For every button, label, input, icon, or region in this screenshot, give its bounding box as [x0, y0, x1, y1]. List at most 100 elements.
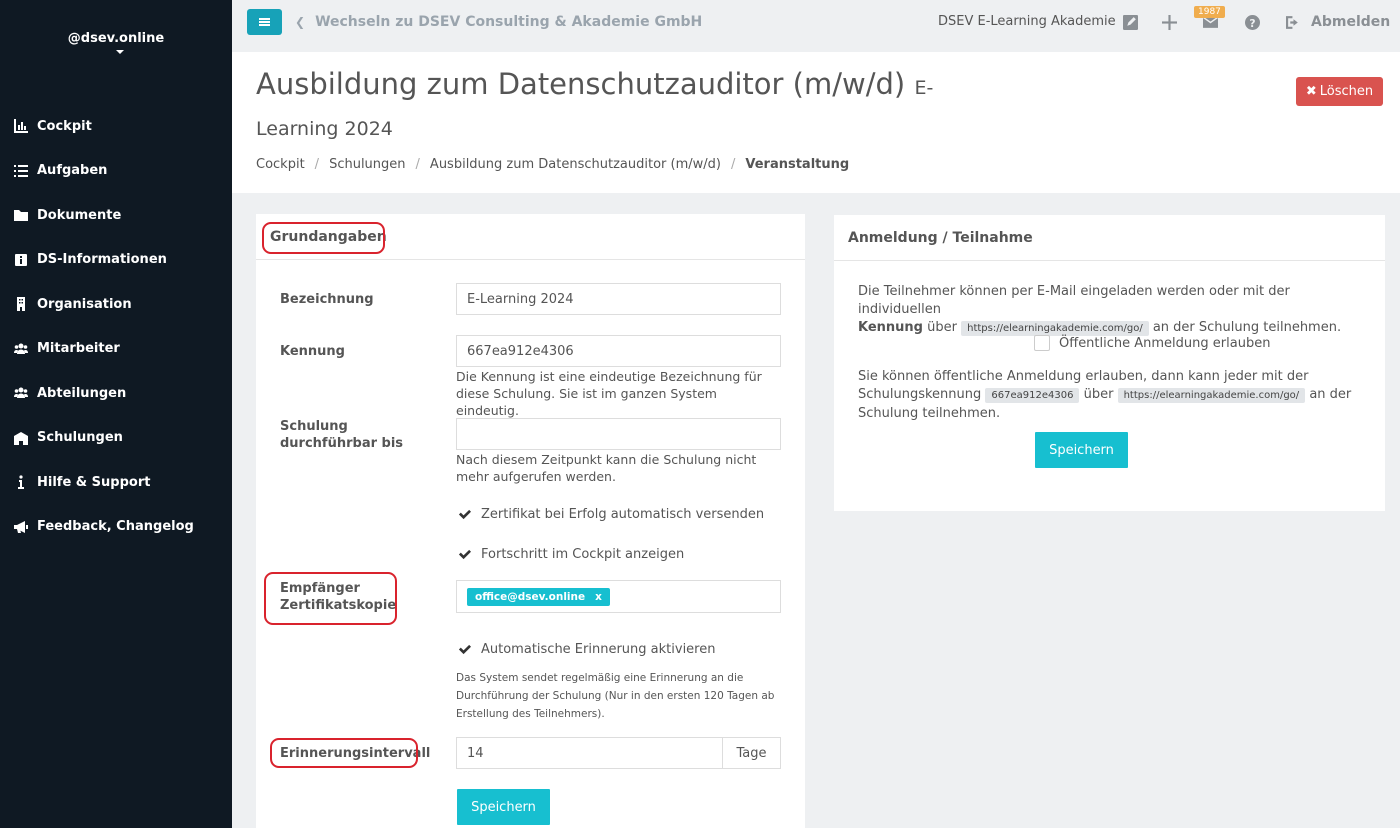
breadcrumb-separator: /	[730, 157, 736, 172]
caret-down-icon[interactable]	[116, 50, 124, 54]
checkmark-icon[interactable]	[456, 506, 472, 522]
info-icon	[13, 475, 29, 490]
erinnerung-checkbox-row[interactable]: Automatische Erinnerung aktivieren	[456, 641, 715, 657]
bezeichnung-input[interactable]: E-Learning 2024	[456, 283, 781, 315]
sidebar-item-label: Abteilungen	[37, 385, 127, 401]
page-title-main: Ausbildung zum Datenschutzauditor (m/w/d…	[256, 67, 906, 101]
email-tag: office@dsev.online x	[467, 587, 610, 606]
annotation-circle	[262, 222, 385, 254]
intervall-value: 14	[467, 745, 484, 761]
erinnerung-label: Automatische Erinnerung aktivieren	[481, 641, 716, 657]
sidebar-item-ds-informationen[interactable]: DS-Informationen	[0, 238, 232, 283]
tag-remove-icon[interactable]: x	[595, 591, 602, 603]
fortschritt-label: Fortschritt im Cockpit anzeigen	[481, 546, 685, 562]
panel-heading: Anmeldung / Teilnahme	[834, 215, 1385, 261]
edit-icon[interactable]	[1121, 13, 1139, 31]
info-icon	[13, 253, 29, 267]
tasks-icon	[13, 164, 29, 178]
mail-count-badge: 1987	[1194, 6, 1225, 18]
sidebar-item-label: Dokumente	[37, 207, 122, 223]
chevron-left-icon: ❮	[295, 15, 306, 29]
menu-toggle-button[interactable]	[247, 9, 282, 35]
page-title-sub: E-	[914, 77, 934, 99]
breadcrumb-item[interactable]: Schulungen	[329, 157, 405, 172]
sidebar-item-label: Schulungen	[37, 430, 123, 446]
public-info-text: Sie können öffentliche Anmeldung erlaube…	[858, 368, 1358, 423]
close-icon: ✖	[1305, 84, 1317, 99]
checkbox[interactable]	[1034, 335, 1050, 351]
zertifikat-label: Zertifikat bei Erfolg automatisch versen…	[481, 506, 765, 522]
breadcrumb-separator: /	[415, 157, 420, 172]
intervall-input[interactable]: 14 Tage	[456, 737, 781, 769]
sidebar-item-organisation[interactable]: Organisation	[0, 282, 232, 327]
users-icon	[13, 342, 29, 356]
info-text-part: Sie können öffentliche Anmeldung erlaube…	[858, 369, 1309, 384]
page-title: Ausbildung zum Datenschutzauditor (m/w/d…	[256, 64, 956, 108]
breadcrumb-item[interactable]: Ausbildung zum Datenschutzauditor (m/w/d…	[430, 157, 721, 172]
page-title-sub-line: Learning 2024	[256, 118, 393, 140]
bezeichnung-label: Bezeichnung	[280, 292, 374, 307]
public-registration-label: Öffentliche Anmeldung erlauben	[1059, 335, 1271, 351]
public-registration-checkbox-row[interactable]: Öffentliche Anmeldung erlauben	[1034, 335, 1270, 351]
sidebar-item-label: Hilfe & Support	[37, 474, 151, 490]
logout-icon	[1286, 15, 1298, 29]
info-text-part: über	[927, 320, 957, 335]
fortschritt-checkbox-row[interactable]: Fortschritt im Cockpit anzeigen	[456, 546, 684, 562]
save-button[interactable]: Speichern	[1035, 432, 1128, 468]
folder-icon	[13, 208, 29, 222]
checkmark-icon[interactable]	[456, 546, 472, 562]
zertifikat-checkbox-row[interactable]: Zertifikat bei Erfolg automatisch versen…	[456, 506, 764, 522]
sidebar-item-hilfe-support[interactable]: Hilfe & Support	[0, 460, 232, 505]
sidebar-item-label: Cockpit	[37, 118, 92, 134]
users-icon	[13, 386, 29, 400]
megaphone-icon	[13, 520, 29, 534]
sidebar-item-label: Feedback, Changelog	[37, 519, 194, 535]
info-text-part: Die Teilnehmer können per E-Mail eingela…	[858, 284, 1290, 317]
switch-organisation-label: Wechseln zu DSEV Consulting & Akademie G…	[315, 14, 703, 30]
checkmark-icon[interactable]	[456, 641, 472, 657]
organisation-name[interactable]: DSEV E-Learning Akademie	[938, 14, 1116, 29]
sidebar-item-dokumente[interactable]: Dokumente	[0, 193, 232, 238]
sidebar-item-mitarbeiter[interactable]: Mitarbeiter	[0, 327, 232, 372]
chart-icon	[13, 119, 29, 134]
kennung-input[interactable]: 667ea912e4306	[456, 335, 781, 367]
plus-icon[interactable]	[1160, 13, 1178, 31]
breadcrumb-separator: /	[314, 157, 320, 172]
school-icon	[13, 431, 29, 445]
grundangaben-panel: Grundangaben Bezeichnung E-Learning 2024…	[256, 214, 805, 828]
sidebar-item-label: Mitarbeiter	[37, 341, 120, 357]
page-header: Ausbildung zum Datenschutzauditor (m/w/d…	[232, 52, 1400, 193]
schulung-bis-input[interactable]	[456, 418, 781, 450]
annotation-circle	[264, 572, 397, 625]
sidebar-item-label: Organisation	[37, 296, 132, 312]
anmeldung-panel: Anmeldung / Teilnahme Die Teilnehmer kön…	[834, 215, 1385, 511]
url-code: https://elearningakademie.com/go/	[1117, 388, 1306, 403]
schulung-bis-help: Nach diesem Zeitpunkt kann die Schulung …	[456, 452, 757, 484]
schulung-bis-label: Schulung durchführbar bis	[280, 419, 404, 451]
empfaenger-tag-input[interactable]: office@dsev.online x	[456, 580, 781, 613]
sidebar-item-label: DS-Informationen	[37, 252, 167, 268]
erinnerung-help: Das System sendet regelmäßig eine Erinne…	[456, 672, 775, 720]
logout-button[interactable]: Abmelden	[1286, 14, 1390, 30]
info-text-part: Schulung teilnehmen.	[858, 406, 1001, 421]
delete-button[interactable]: ✖ Löschen	[1296, 77, 1383, 106]
brand-account[interactable]: @dsev.online	[0, 31, 232, 46]
topbar: ❮ Wechseln zu DSEV Consulting & Akademie…	[232, 0, 1400, 45]
hamburger-icon	[259, 18, 270, 26]
help-icon[interactable]: ?	[1243, 13, 1261, 31]
breadcrumb-item[interactable]: Cockpit	[256, 157, 305, 172]
info-text-bold: Kennung	[858, 320, 923, 335]
intervall-unit: Tage	[722, 738, 780, 768]
sidebar-item-label: Aufgaben	[37, 163, 108, 179]
switch-organisation-link[interactable]: ❮ Wechseln zu DSEV Consulting & Akademie…	[295, 14, 702, 30]
building-icon	[13, 297, 29, 312]
breadcrumb-current: Veranstaltung	[745, 157, 850, 172]
info-text-part: Schulungskennung	[858, 387, 982, 402]
sidebar-item-aufgaben[interactable]: Aufgaben	[0, 149, 232, 194]
sidebar-item-schulungen[interactable]: Schulungen	[0, 416, 232, 461]
sidebar-item-feedback-changelog[interactable]: Feedback, Changelog	[0, 505, 232, 550]
sidebar-item-abteilungen[interactable]: Abteilungen	[0, 371, 232, 416]
save-button[interactable]: Speichern	[457, 789, 550, 825]
kennung-help: Die Kennung ist eine eindeutige Bezeichn…	[456, 369, 762, 418]
sidebar-item-cockpit[interactable]: Cockpit	[0, 104, 232, 149]
